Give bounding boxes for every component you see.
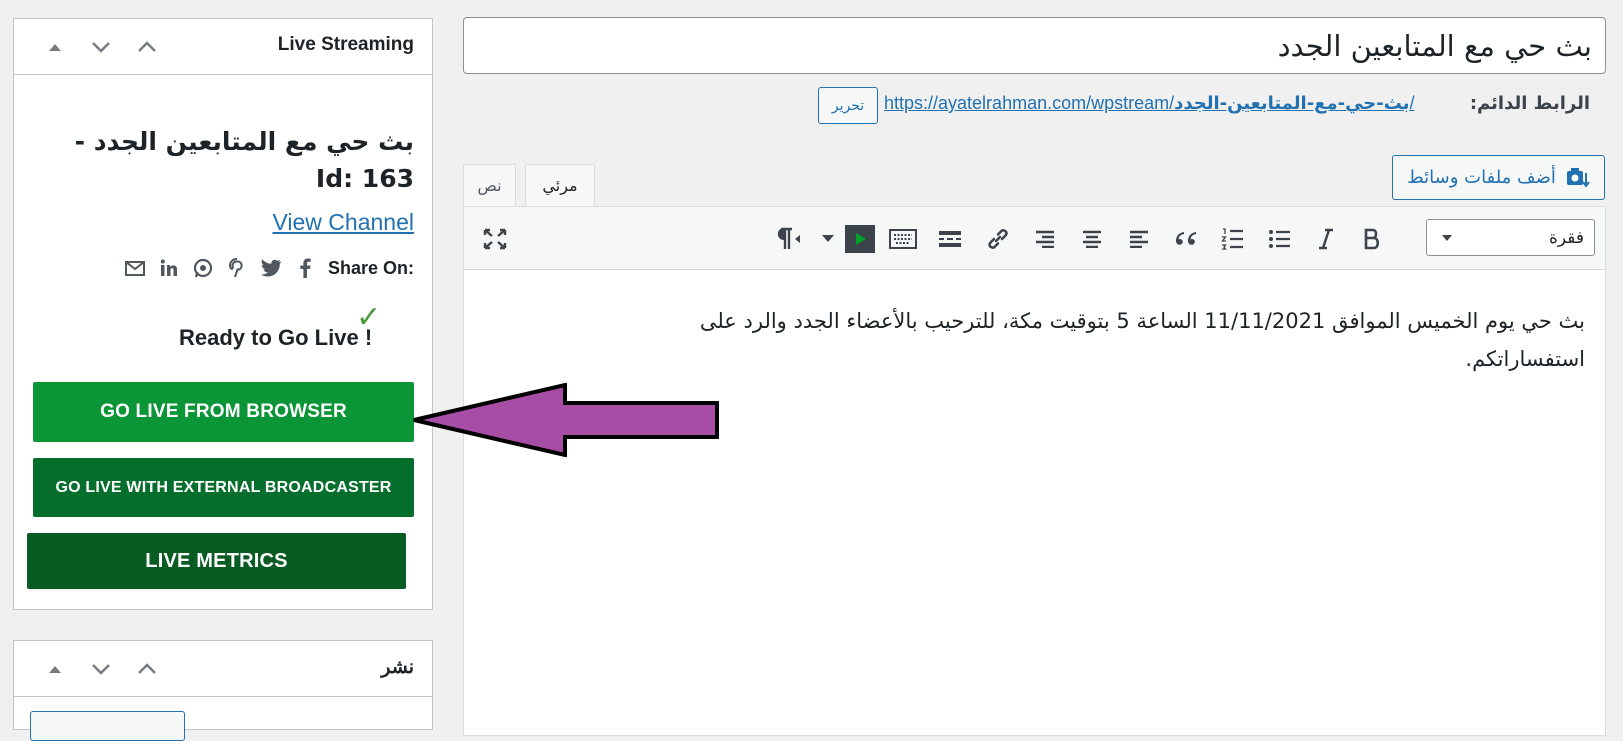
align-right-icon[interactable]	[1026, 220, 1064, 258]
keyboard-icon[interactable]	[884, 220, 922, 258]
format-select-value: فقرة	[1548, 227, 1584, 248]
paragraph-rtl-icon[interactable]	[768, 220, 806, 258]
add-media-button[interactable]: أضف ملفات وسائط	[1392, 155, 1605, 200]
facebook-icon[interactable]	[294, 257, 316, 279]
tab-visual[interactable]: مرئي	[525, 164, 595, 206]
pinterest-icon[interactable]	[226, 257, 248, 279]
stream-title: بث حي مع المتابعين الجدد - Id: 163	[74, 127, 414, 193]
post-title-input[interactable]	[463, 17, 1606, 74]
add-media-label: أضف ملفات وسائط	[1407, 167, 1556, 188]
editor-toolbar: فقرة	[464, 207, 1605, 270]
permalink-slug: بث-حي-مع-المتابعين-الجدد	[1174, 93, 1410, 114]
fullscreen-icon[interactable]	[476, 220, 514, 258]
permalink-edit-button[interactable]: تحرير	[818, 87, 878, 124]
ready-status: Ready to Go Live !	[179, 325, 373, 350]
chevron-up-icon[interactable]	[124, 655, 170, 683]
publish-action-button[interactable]	[30, 711, 185, 741]
italic-icon[interactable]	[1307, 220, 1345, 258]
whatsapp-icon[interactable]	[192, 257, 214, 279]
bullet-list-icon[interactable]	[1261, 220, 1299, 258]
go-live-external-button[interactable]: GO LIVE WITH EXTERNAL BROADCASTER	[33, 458, 414, 517]
permalink-url[interactable]: https://ayatelrahman.com/wpstream/بث-حي-…	[884, 93, 1415, 114]
editor-content[interactable]: بث حي يوم الخميس الموافق 11/11/2021 السا…	[585, 302, 1585, 378]
bold-icon[interactable]	[1353, 220, 1391, 258]
publish-header: نشر	[14, 641, 432, 697]
publish-title: نشر	[381, 657, 414, 678]
chevron-down-icon[interactable]	[78, 33, 124, 61]
align-center-icon[interactable]	[1073, 220, 1111, 258]
align-left-icon[interactable]	[1120, 220, 1158, 258]
tab-text[interactable]: نص	[463, 164, 516, 206]
live-streaming-header: Live Streaming	[14, 19, 432, 75]
email-icon[interactable]	[124, 257, 146, 279]
wpstream-play-icon[interactable]	[841, 220, 879, 258]
chevron-down-icon	[1441, 234, 1453, 242]
link-icon[interactable]	[979, 220, 1017, 258]
share-row: Share On:	[124, 255, 414, 281]
permalink-base: https://ayatelrahman.com/wpstream/	[884, 93, 1175, 113]
chevron-down-icon[interactable]	[78, 655, 124, 683]
share-label: Share On:	[327, 257, 414, 278]
go-live-browser-button[interactable]: GO LIVE FROM BROWSER	[33, 382, 414, 442]
view-channel-link[interactable]: View Channel	[272, 209, 414, 236]
live-metrics-button[interactable]: LIVE METRICS	[27, 533, 406, 589]
box-controls	[32, 33, 170, 61]
permalink-label: الرابط الدائم:	[1469, 93, 1590, 114]
read-more-icon[interactable]	[931, 220, 969, 258]
publish-box: نشر	[13, 640, 433, 741]
content-editor: فقرة بث حي يوم الخميس الموافق 11/11/2021…	[463, 206, 1606, 736]
permalink-end: /	[1409, 93, 1415, 113]
arrow-annotation-icon	[413, 383, 719, 457]
move-icon[interactable]	[32, 655, 78, 683]
chevron-up-icon[interactable]	[124, 33, 170, 61]
publish-box-controls	[32, 655, 170, 683]
media-icon	[1566, 167, 1590, 189]
checkmark-icon: ✓	[356, 300, 382, 335]
numbered-list-icon[interactable]	[1214, 220, 1252, 258]
format-select[interactable]: فقرة	[1426, 219, 1595, 256]
move-icon[interactable]	[32, 33, 78, 61]
linkedin-icon[interactable]	[158, 257, 180, 279]
twitter-icon[interactable]	[260, 257, 282, 279]
live-streaming-title: Live Streaming	[277, 34, 414, 55]
blockquote-icon[interactable]	[1167, 220, 1205, 258]
